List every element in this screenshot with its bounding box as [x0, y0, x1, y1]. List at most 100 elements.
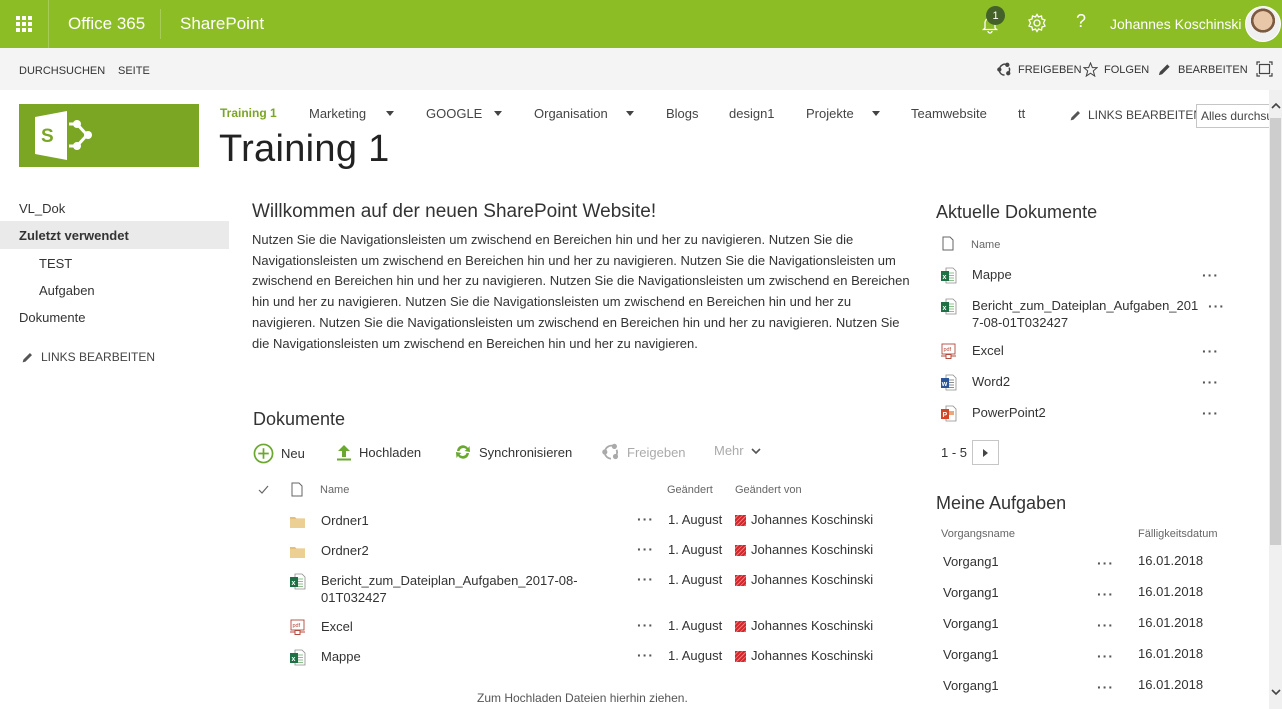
- scroll-down-button[interactable]: [1269, 685, 1282, 699]
- share-icon: [997, 62, 1011, 76]
- chevron-down-icon[interactable]: [626, 111, 634, 116]
- ellipsis-menu-icon[interactable]: ···: [637, 617, 654, 633]
- next-page-button[interactable]: [972, 440, 999, 465]
- recent-document-link[interactable]: Excel: [972, 342, 1204, 359]
- column-header-modified-by[interactable]: Geändert von: [735, 484, 802, 496]
- chevron-down-icon: [751, 447, 761, 454]
- upload-button[interactable]: Hochladen: [336, 443, 421, 461]
- topnav-teamwebsite[interactable]: Teamwebsite: [911, 106, 987, 121]
- new-button[interactable]: Neu: [253, 443, 305, 464]
- recent-document-link[interactable]: Bericht_zum_Dateiplan_Aufgaben_2017-08-0…: [972, 297, 1204, 331]
- ellipsis-menu-icon[interactable]: ···: [637, 541, 654, 557]
- ellipsis-menu-icon[interactable]: ···: [1202, 374, 1219, 390]
- topnav-projekte[interactable]: Projekte: [806, 106, 854, 121]
- ellipsis-menu-icon[interactable]: ···: [637, 511, 654, 527]
- ellipsis-menu-icon[interactable]: ···: [1097, 648, 1114, 664]
- edit-links-top-button[interactable]: LINKS BEARBEITEN: [1069, 108, 1202, 122]
- chevron-down-icon[interactable]: [386, 111, 394, 116]
- presence-icon: [735, 545, 746, 556]
- office365-brand[interactable]: Office 365: [68, 14, 145, 34]
- new-label: Neu: [281, 446, 305, 461]
- document-name-link[interactable]: Mappe: [321, 648, 581, 665]
- ellipsis-menu-icon[interactable]: ···: [1202, 267, 1219, 283]
- chevron-down-icon[interactable]: [872, 111, 880, 116]
- recent-document-link[interactable]: Word2: [972, 373, 1204, 390]
- sync-button[interactable]: Synchronisieren: [454, 443, 572, 461]
- ellipsis-menu-icon[interactable]: ···: [1202, 343, 1219, 359]
- column-header-name[interactable]: Name: [320, 484, 349, 496]
- column-header-modified[interactable]: Geändert: [667, 484, 713, 496]
- share-button[interactable]: FREIGEBEN: [997, 62, 1082, 77]
- document-name-link[interactable]: Bericht_zum_Dateiplan_Aufgaben_2017-08-0…: [321, 572, 581, 606]
- topnav-marketing[interactable]: Marketing: [309, 106, 366, 121]
- topnav-google[interactable]: GOOGLE: [426, 106, 482, 121]
- document-name-link[interactable]: Ordner1: [321, 512, 581, 529]
- ellipsis-menu-icon[interactable]: ···: [637, 571, 654, 587]
- help-icon[interactable]: ?: [1076, 11, 1086, 32]
- leftnav-item-vl-dok[interactable]: VL_Dok: [19, 201, 65, 216]
- scroll-up-button[interactable]: [1269, 98, 1282, 112]
- edit-button[interactable]: BEARBEITEN: [1157, 62, 1248, 77]
- edit-links-label: LINKS BEARBEITEN: [41, 350, 156, 364]
- documents-title[interactable]: Dokumente: [253, 409, 345, 430]
- leftnav-item-recent[interactable]: Zuletzt verwendet: [19, 228, 129, 243]
- leftnav-item-test[interactable]: TEST: [39, 256, 72, 271]
- site-logo[interactable]: S: [19, 104, 199, 167]
- ellipsis-menu-icon[interactable]: ···: [1208, 298, 1225, 314]
- ellipsis-menu-icon[interactable]: ···: [1097, 586, 1114, 602]
- follow-button[interactable]: FOLGEN: [1083, 62, 1149, 77]
- task-name-link[interactable]: Vorgang1: [943, 616, 999, 631]
- topnav-tt[interactable]: tt: [1018, 106, 1025, 121]
- gear-icon[interactable]: [1027, 13, 1047, 33]
- ellipsis-menu-icon[interactable]: ···: [1097, 617, 1114, 633]
- ellipsis-menu-icon[interactable]: ···: [1202, 405, 1219, 421]
- task-name-link[interactable]: Vorgang1: [943, 647, 999, 662]
- task-name-link[interactable]: Vorgang1: [943, 585, 999, 600]
- ellipsis-menu-icon[interactable]: ···: [1097, 555, 1114, 571]
- plus-circle-icon: [253, 443, 274, 464]
- tasks-column-due[interactable]: Fälligkeitsdatum: [1138, 528, 1217, 540]
- modified-by-link[interactable]: Johannes Koschinski: [751, 542, 873, 557]
- document-name-link[interactable]: Ordner2: [321, 542, 581, 559]
- document-name-link[interactable]: Excel: [321, 618, 581, 635]
- search-input[interactable]: [1196, 104, 1276, 128]
- more-button[interactable]: Mehr: [714, 443, 761, 458]
- topnav-design1[interactable]: design1: [729, 106, 775, 121]
- task-name-link[interactable]: Vorgang1: [943, 554, 999, 569]
- modified-by-link[interactable]: Johannes Koschinski: [751, 572, 873, 587]
- user-name[interactable]: Johannes Koschinski: [1110, 16, 1242, 32]
- app-title[interactable]: SharePoint: [180, 14, 264, 34]
- app-launcher-button[interactable]: [0, 0, 49, 48]
- focus-mode-icon[interactable]: [1256, 61, 1273, 77]
- topnav-organisation[interactable]: Organisation: [534, 106, 608, 121]
- topnav-blogs[interactable]: Blogs: [666, 106, 699, 121]
- modified-by-link[interactable]: Johannes Koschinski: [751, 648, 873, 663]
- modified-date: 1. August: [668, 512, 723, 527]
- leftnav-item-dokumente[interactable]: Dokumente: [19, 310, 85, 325]
- leftnav-item-aufgaben[interactable]: Aufgaben: [39, 283, 95, 298]
- modified-by-link[interactable]: Johannes Koschinski: [751, 618, 873, 633]
- tab-page[interactable]: SEITE: [118, 65, 150, 77]
- share-doc-button[interactable]: Freigeben: [602, 443, 686, 461]
- select-all-checkmark-icon[interactable]: [258, 485, 269, 495]
- tasks-column-name[interactable]: Vorgangsname: [941, 528, 1015, 540]
- recent-column-name[interactable]: Name: [971, 239, 1000, 251]
- tab-browse[interactable]: DURCHSUCHEN: [19, 65, 105, 77]
- chevron-down-icon[interactable]: [494, 111, 502, 116]
- avatar[interactable]: [1245, 6, 1281, 42]
- ellipsis-menu-icon[interactable]: ···: [1097, 679, 1114, 695]
- task-name-link[interactable]: Vorgang1: [943, 678, 999, 693]
- divider: [160, 9, 161, 39]
- presence-icon: [735, 621, 746, 632]
- topnav-training1[interactable]: Training 1: [220, 106, 277, 120]
- recent-document-link[interactable]: Mappe: [972, 266, 1204, 283]
- modified-by-link[interactable]: Johannes Koschinski: [751, 512, 873, 527]
- recent-docs-title: Aktuelle Dokumente: [936, 202, 1098, 222]
- ellipsis-menu-icon[interactable]: ···: [637, 647, 654, 663]
- recent-document-link[interactable]: PowerPoint2: [972, 404, 1204, 421]
- scrollbar-thumb[interactable]: [1270, 118, 1281, 545]
- svg-text:x: x: [943, 274, 947, 281]
- edit-links-left-button[interactable]: LINKS BEARBEITEN: [21, 350, 155, 364]
- next-arrow-icon: [983, 448, 988, 457]
- due-date: 16.01.2018: [1138, 553, 1204, 568]
